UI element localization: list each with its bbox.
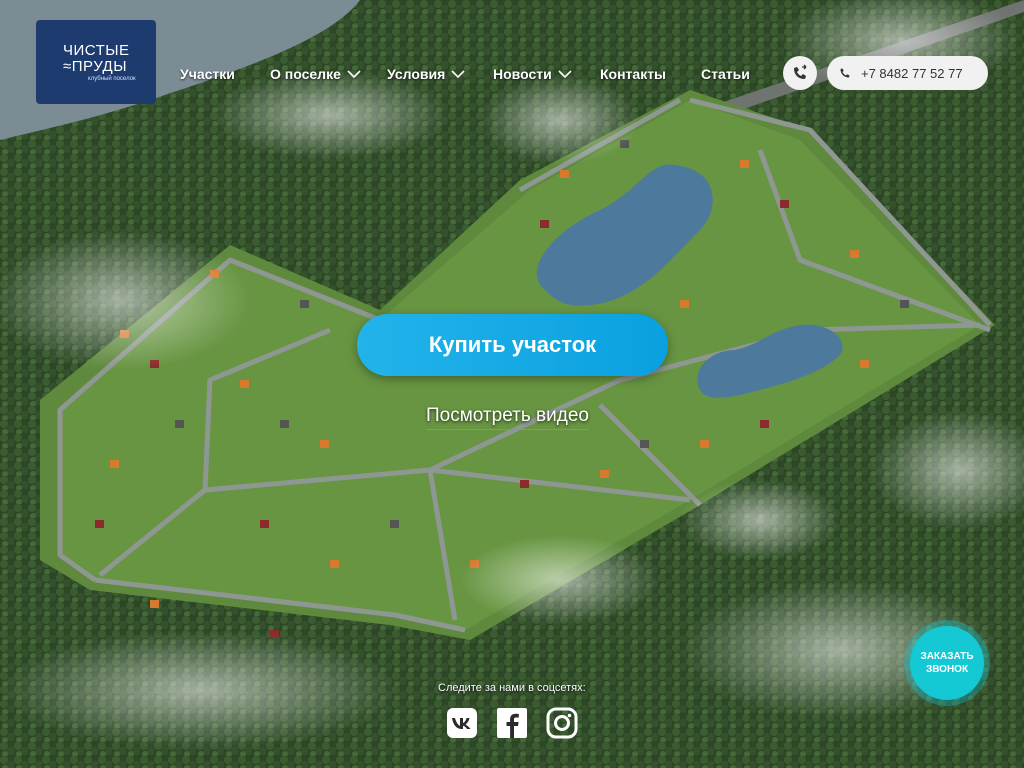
vk-icon[interactable]	[446, 707, 478, 739]
facebook-icon[interactable]	[496, 707, 528, 739]
phone-number: +7 8482 77 52 77	[861, 65, 963, 81]
nav-item-articles[interactable]: Статьи	[701, 66, 750, 82]
site-logo[interactable]: ЧИСТЫЕ ≈ПРУДЫ клубный поселок	[36, 20, 156, 104]
callback-line-2: ЗВОНОК	[925, 664, 969, 675]
watch-video-link[interactable]: Посмотреть видео	[426, 405, 589, 430]
nav-item-label: Участки	[180, 66, 235, 82]
callback-line-1: ЗАКАЗАТЬ	[920, 651, 974, 662]
instagram-icon[interactable]	[546, 707, 578, 739]
call-button[interactable]	[783, 56, 817, 90]
nav-item-contacts[interactable]: Контакты	[600, 66, 666, 82]
aerial-map-background	[0, 0, 1024, 768]
nav-item-plots[interactable]: Участки	[180, 66, 235, 82]
nav-item-label: О поселке	[270, 66, 341, 82]
chevron-down-icon	[558, 70, 572, 79]
chevron-down-icon	[347, 70, 361, 79]
logo-tagline: клубный поселок	[88, 76, 136, 82]
nav-item-news[interactable]: Новости	[493, 66, 572, 82]
nav-item-label: Контакты	[600, 66, 667, 82]
social-title: Следите за нами в соцсетях:	[438, 682, 586, 694]
nav-item-label: Новости	[493, 66, 552, 82]
chevron-down-icon	[451, 70, 465, 79]
logo-line-1: ЧИСТЫЕ	[63, 42, 130, 59]
phone-number-link[interactable]: +7 8482 77 52 77	[827, 56, 988, 90]
logo-line-2: ≈ПРУДЫ	[63, 58, 127, 75]
nav-item-terms[interactable]: Условия	[387, 66, 465, 82]
phone-call-icon	[794, 64, 807, 79]
nav-item-label: Статьи	[701, 66, 750, 82]
request-callback-button[interactable]: ЗАКАЗАТЬ ЗВОНОК	[910, 626, 984, 700]
buy-plot-button[interactable]: Купить участок	[357, 314, 668, 376]
nav-item-about[interactable]: О поселке	[270, 66, 361, 82]
phone-icon	[840, 68, 850, 78]
nav-item-label: Условия	[387, 66, 446, 82]
